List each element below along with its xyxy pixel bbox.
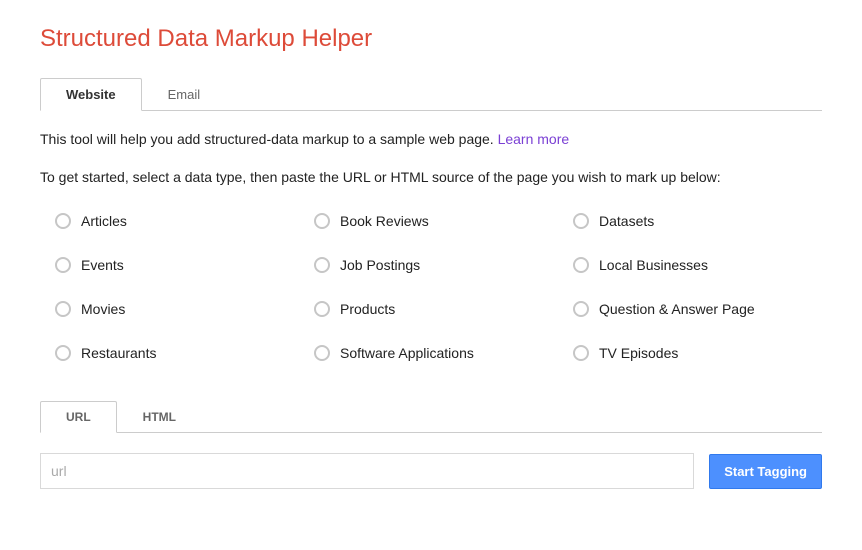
radio-events[interactable]: Events (55, 257, 304, 273)
learn-more-link[interactable]: Learn more (498, 131, 570, 147)
radio-job-postings[interactable]: Job Postings (314, 257, 563, 273)
radio-label: Local Businesses (599, 257, 708, 273)
radio-icon (55, 345, 71, 361)
radio-icon (314, 213, 330, 229)
radio-icon (314, 345, 330, 361)
radio-icon (55, 213, 71, 229)
data-type-grid: Articles Book Reviews Datasets Events Jo… (40, 213, 822, 361)
radio-icon (573, 213, 589, 229)
input-type-tabs: URL HTML (40, 401, 822, 433)
radio-icon (573, 345, 589, 361)
radio-software-applications[interactable]: Software Applications (314, 345, 563, 361)
radio-products[interactable]: Products (314, 301, 563, 317)
radio-icon (573, 257, 589, 273)
radio-label: Events (81, 257, 124, 273)
start-tagging-button[interactable]: Start Tagging (709, 454, 822, 489)
radio-icon (314, 301, 330, 317)
radio-label: Movies (81, 301, 125, 317)
radio-icon (55, 257, 71, 273)
page-title: Structured Data Markup Helper (40, 25, 822, 53)
radio-label: Restaurants (81, 345, 156, 361)
url-input[interactable] (40, 453, 694, 489)
radio-label: Book Reviews (340, 213, 429, 229)
tab-website[interactable]: Website (40, 78, 142, 111)
input-tab-html[interactable]: HTML (117, 401, 202, 432)
radio-restaurants[interactable]: Restaurants (55, 345, 304, 361)
intro-text-body: This tool will help you add structured-d… (40, 131, 498, 147)
radio-icon (55, 301, 71, 317)
input-row: Start Tagging (40, 453, 822, 489)
radio-label: Datasets (599, 213, 654, 229)
radio-icon (314, 257, 330, 273)
radio-movies[interactable]: Movies (55, 301, 304, 317)
radio-tv-episodes[interactable]: TV Episodes (573, 345, 822, 361)
radio-label: Software Applications (340, 345, 474, 361)
radio-qa-page[interactable]: Question & Answer Page (573, 301, 822, 317)
radio-label: TV Episodes (599, 345, 678, 361)
intro-text: This tool will help you add structured-d… (40, 131, 822, 147)
get-started-text: To get started, select a data type, then… (40, 169, 822, 185)
radio-label: Products (340, 301, 395, 317)
radio-label: Job Postings (340, 257, 420, 273)
radio-local-businesses[interactable]: Local Businesses (573, 257, 822, 273)
content-area: This tool will help you add structured-d… (40, 111, 822, 489)
radio-datasets[interactable]: Datasets (573, 213, 822, 229)
radio-label: Articles (81, 213, 127, 229)
radio-articles[interactable]: Articles (55, 213, 304, 229)
input-tab-url[interactable]: URL (40, 401, 117, 433)
radio-label: Question & Answer Page (599, 301, 755, 317)
radio-book-reviews[interactable]: Book Reviews (314, 213, 563, 229)
content-type-tabs: Website Email (40, 78, 822, 111)
tab-email[interactable]: Email (142, 78, 227, 110)
radio-icon (573, 301, 589, 317)
